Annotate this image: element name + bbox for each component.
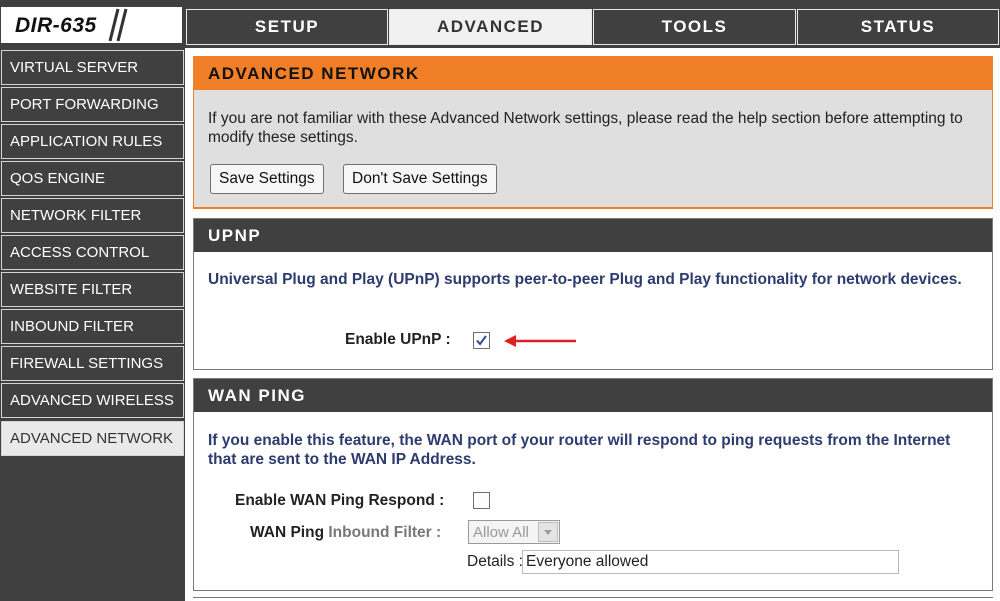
sidebar-item-firewall-settings[interactable]: FIREWALL SETTINGS (1, 346, 184, 381)
dont-save-settings-button[interactable]: Don't Save Settings (343, 164, 497, 194)
label-part-wan-ping: WAN Ping (250, 524, 325, 541)
tab-status-label: STATUS (860, 17, 936, 36)
left-arrow-icon (504, 335, 576, 347)
enable-upnp-checkbox[interactable] (473, 332, 490, 349)
wan-ping-inbound-filter-label: WAN Ping Inbound Filter : (250, 524, 441, 542)
sidebar-item-advanced-wireless[interactable]: ADVANCED WIRELESS (1, 383, 184, 418)
wan-ping-description: If you enable this feature, the WAN port… (208, 432, 951, 468)
tab-advanced[interactable]: ADVANCED (389, 9, 592, 45)
enable-upnp-label: Enable UPnP : (345, 331, 451, 348)
sidebar-item-advanced-network[interactable]: ADVANCED NETWORK (1, 421, 184, 456)
wan-ping-section: WAN PING If you enable this feature, the… (193, 378, 993, 591)
chevron-down-icon (544, 530, 552, 535)
sidebar-item-qos-engine[interactable]: QOS ENGINE (1, 161, 184, 196)
sidebar-item-application-rules[interactable]: APPLICATION RULES (1, 124, 184, 159)
sidebar-item-virtual-server[interactable]: VIRTUAL SERVER (1, 50, 184, 85)
enable-wan-ping-checkbox[interactable] (473, 492, 490, 509)
tab-setup[interactable]: SETUP (186, 9, 388, 45)
top-navigation-bar: DIR-635 SETUP ADVANCED TOOLS STATUS (0, 0, 1000, 48)
section-title: UPNP (194, 219, 992, 252)
upnp-section: UPNP Universal Plug and Play (UPnP) supp… (193, 218, 993, 370)
details-field: Everyone allowed (522, 550, 899, 574)
section-description: If you are not familiar with these Advan… (208, 110, 963, 146)
advanced-network-section: ADVANCED NETWORK If you are not familiar… (193, 56, 993, 209)
tab-status[interactable]: STATUS (797, 9, 999, 45)
inbound-filter-select[interactable]: Allow All (468, 520, 560, 544)
upnp-description: Universal Plug and Play (UPnP) supports … (208, 271, 962, 288)
sidebar-item-website-filter[interactable]: WEBSITE FILTER (1, 272, 184, 307)
brand-logo: DIR-635 (1, 7, 182, 43)
checkmark-icon (476, 335, 487, 346)
details-label: Details : (467, 553, 523, 570)
inbound-filter-selected-value: Allow All (473, 524, 529, 541)
sidebar: VIRTUAL SERVER PORT FORWARDING APPLICATI… (0, 48, 185, 601)
details-value: Everyone allowed (526, 553, 649, 570)
section-title: WAN PING (194, 379, 992, 412)
section-title: ADVANCED NETWORK (194, 57, 992, 90)
label-part-inbound-filter: Inbound Filter : (328, 524, 442, 541)
slash-stripes-icon (108, 8, 128, 42)
tab-advanced-label: ADVANCED (436, 17, 545, 36)
sidebar-item-access-control[interactable]: ACCESS CONTROL (1, 235, 184, 270)
tab-setup-label: SETUP (254, 17, 320, 36)
sidebar-item-network-filter[interactable]: NETWORK FILTER (1, 198, 184, 233)
tab-tools[interactable]: TOOLS (593, 9, 796, 45)
tab-tools-label: TOOLS (661, 17, 728, 36)
model-name: DIR-635 (15, 14, 97, 37)
save-settings-button[interactable]: Save Settings (210, 164, 324, 194)
dropdown-button[interactable] (538, 522, 558, 542)
sidebar-item-inbound-filter[interactable]: INBOUND FILTER (1, 309, 184, 344)
next-section-edge (193, 597, 993, 601)
enable-wan-ping-label: Enable WAN Ping Respond : (235, 492, 445, 509)
sidebar-item-port-forwarding[interactable]: PORT FORWARDING (1, 87, 184, 122)
